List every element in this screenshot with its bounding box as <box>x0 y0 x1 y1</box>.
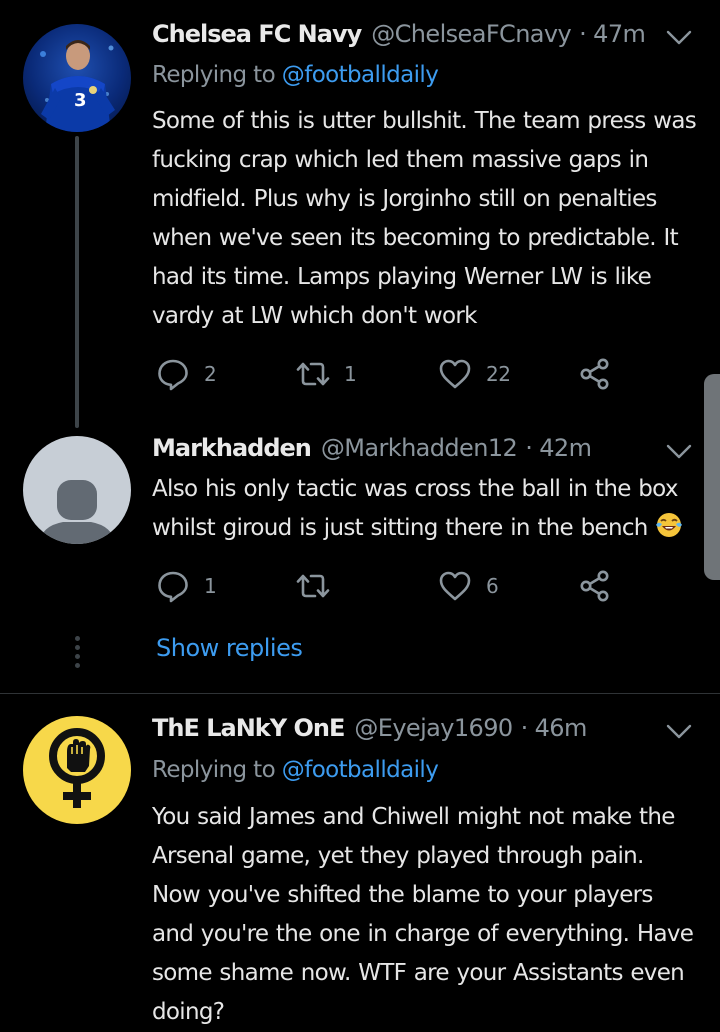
share-icon <box>580 570 609 602</box>
like-count: 22 <box>486 362 511 386</box>
retweet-icon <box>296 574 330 598</box>
display-name[interactable]: Chelsea FC Navy <box>152 20 362 48</box>
retweet-button[interactable] <box>296 568 344 604</box>
tweet-text: Also his only tactic was cross the ball … <box>152 470 697 548</box>
handle[interactable]: @ChelseaFCnavy <box>371 20 571 48</box>
player-photo-icon: 3 <box>40 40 115 132</box>
svg-text:3: 3 <box>74 90 87 111</box>
tweet-header: ThE LaNkY OnE @Eyejay1690 · 46m <box>152 714 660 750</box>
tweet-text: Some of this is utter bullshit. The team… <box>152 108 697 329</box>
replying-prefix: Replying to <box>152 62 276 88</box>
show-replies-link[interactable]: Show replies <box>156 634 303 662</box>
thread-more-dots <box>72 636 82 672</box>
timestamp: · 42m <box>525 434 592 462</box>
reply-button[interactable]: 1 <box>156 568 217 604</box>
action-bar: 2 1 22 <box>156 356 626 392</box>
retweet-count: 1 <box>344 362 357 386</box>
replying-handle-link[interactable]: @footballdaily <box>282 62 439 88</box>
default-person-avatar[interactable] <box>23 436 131 544</box>
tweet-header: Markhadden @Markhadden12 · 42m <box>152 434 660 470</box>
display-name[interactable]: Markhadden <box>152 434 312 462</box>
fist-venus-symbol-icon <box>49 728 105 808</box>
replying-prefix: Replying to <box>152 757 276 783</box>
chevron-down-icon[interactable] <box>666 30 692 46</box>
reply-icon <box>158 359 188 391</box>
handle[interactable]: @Eyejay1690 <box>354 714 513 742</box>
tweet-2[interactable]: Markhadden @Markhadden12 · 42m Also his … <box>0 420 720 692</box>
fist-venus-avatar[interactable] <box>23 716 131 824</box>
timestamp: · 46m <box>520 714 588 742</box>
share-icon <box>580 358 609 390</box>
chevron-down-icon[interactable] <box>666 444 692 460</box>
timestamp: · 47m <box>579 20 646 48</box>
handle[interactable]: @Markhadden12 <box>321 434 518 462</box>
reply-button[interactable]: 2 <box>156 356 217 392</box>
retweet-button[interactable]: 1 <box>296 356 357 392</box>
like-count: 6 <box>486 574 499 598</box>
like-button[interactable]: 22 <box>438 356 511 392</box>
share-button[interactable] <box>578 356 612 392</box>
reply-count: 2 <box>204 362 217 386</box>
replying-handle-link[interactable]: @footballdaily <box>282 757 439 783</box>
reply-count: 1 <box>204 574 217 598</box>
share-button[interactable] <box>578 568 612 604</box>
replying-to: Replying to @footballdaily <box>152 62 439 88</box>
replying-to: Replying to @footballdaily <box>152 757 439 783</box>
chevron-down-icon[interactable] <box>666 724 692 740</box>
thread-line <box>75 136 79 428</box>
tweet-3[interactable]: ThE LaNkY OnE @Eyejay1690 · 46m Replying… <box>0 694 720 1025</box>
person-silhouette-icon <box>39 480 115 544</box>
tweet-1[interactable]: 3 Chelsea FC Navy @ChelseaFCnavy · 47m R… <box>0 0 720 440</box>
display-name[interactable]: ThE LaNkY OnE <box>152 714 345 742</box>
retweet-icon <box>296 362 330 386</box>
tears-of-joy-emoji-icon <box>655 513 682 537</box>
tweet-text-content: Also his only tactic was cross the ball … <box>152 476 678 541</box>
reply-icon <box>158 571 188 603</box>
action-bar: 1 6 <box>156 568 626 604</box>
scrollbar-handle[interactable] <box>704 374 720 580</box>
like-button[interactable]: 6 <box>438 568 499 604</box>
heart-icon <box>439 359 471 389</box>
heart-icon <box>439 571 471 601</box>
tweet-header: Chelsea FC Navy @ChelseaFCnavy · 47m <box>152 20 660 56</box>
chelsea-player-avatar[interactable]: 3 <box>23 24 131 132</box>
